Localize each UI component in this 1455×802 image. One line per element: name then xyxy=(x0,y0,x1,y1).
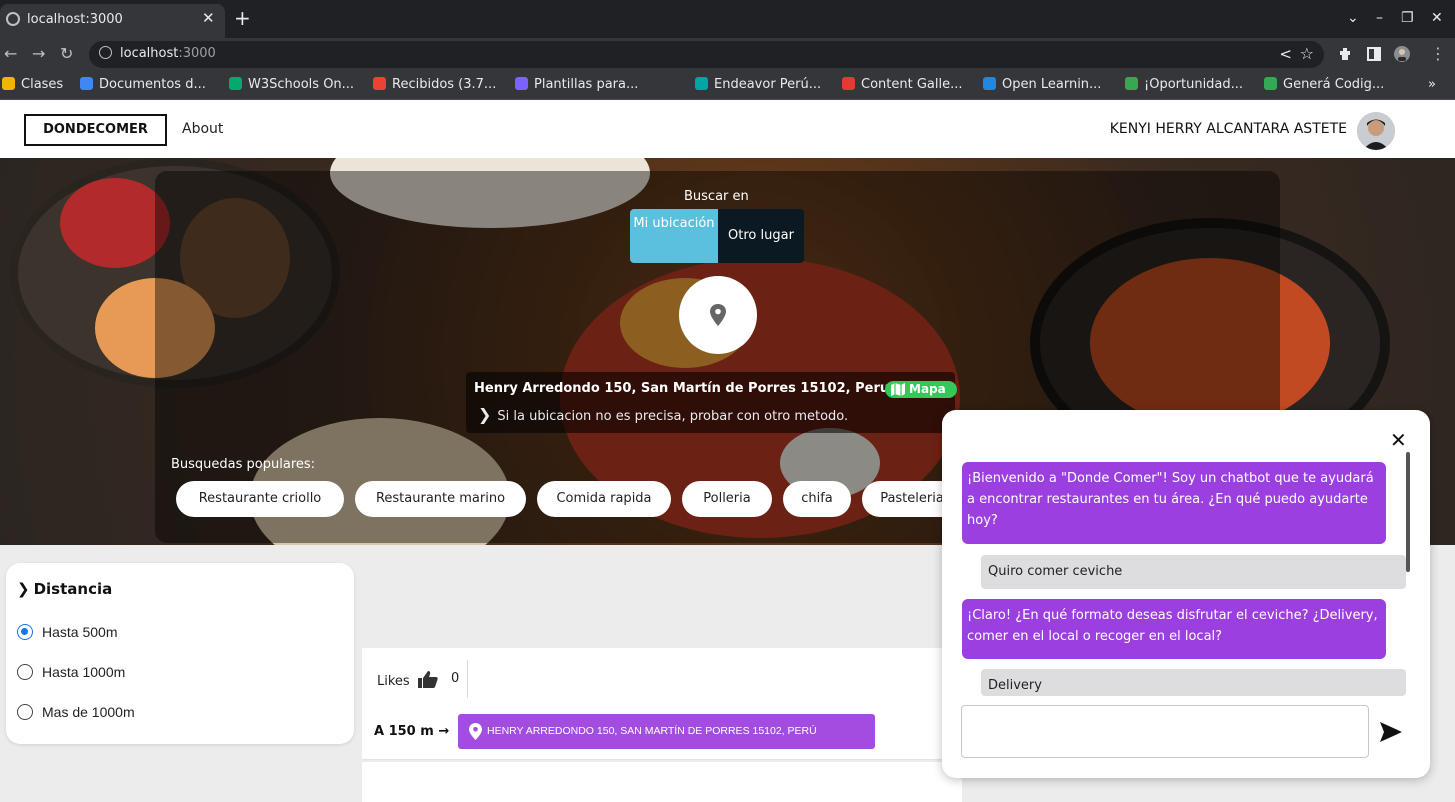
chat-message-user: Delivery xyxy=(981,669,1406,696)
radio-hasta-1000m[interactable]: Hasta 1000m xyxy=(17,664,125,680)
close-tab-icon[interactable]: ✕ xyxy=(202,9,215,27)
back-icon[interactable]: ← xyxy=(4,44,17,63)
radio-button[interactable] xyxy=(17,664,33,680)
chat-message-bot: ¡Bienvenido a "Donde Comer"! Soy un chat… xyxy=(962,462,1386,544)
endeavor-icon xyxy=(695,77,708,90)
bookmark-documentos[interactable]: Documentos d... xyxy=(80,77,206,92)
arrow-right-icon: → xyxy=(438,724,450,739)
user-avatar-icon xyxy=(1357,112,1395,150)
distance-filter-title: Distancia xyxy=(33,580,113,598)
bookmark-oportunidad[interactable]: ¡Oportunidad... xyxy=(1125,77,1243,92)
address-bar[interactable]: localhost:3000 < ☆ xyxy=(89,41,1324,68)
tab-search-icon[interactable]: ⌄ xyxy=(1347,10,1359,26)
likes-button[interactable]: Likes xyxy=(377,671,438,689)
globe-icon xyxy=(6,12,20,26)
location-pin-icon xyxy=(469,723,482,740)
open-learning-icon xyxy=(983,77,996,90)
extensions-icon[interactable] xyxy=(1337,46,1353,62)
locate-button[interactable] xyxy=(679,276,757,354)
radio-mas-de-1000m[interactable]: Mas de 1000m xyxy=(17,704,135,720)
map-label: Mapa xyxy=(909,382,946,396)
map-icon xyxy=(891,383,905,396)
chip-chifa[interactable]: chifa xyxy=(783,481,851,517)
bookmark-plantillas[interactable]: Plantillas para... xyxy=(515,77,638,92)
more-bookmarks-icon[interactable]: » xyxy=(1428,77,1436,92)
minimize-icon[interactable]: – xyxy=(1376,10,1383,26)
bookmark-star-icon[interactable]: ☆ xyxy=(1300,44,1314,63)
bookmark-genera-codigo[interactable]: Generá Codig... xyxy=(1264,77,1384,92)
detected-address: Henry Arredondo 150, San Martín de Porre… xyxy=(474,381,890,396)
chevron-right-icon: ❯ xyxy=(17,580,30,598)
close-icon[interactable]: ✕ xyxy=(1390,428,1407,452)
radio-button[interactable] xyxy=(17,624,33,640)
option-my-location[interactable]: Mi ubicación xyxy=(630,209,718,263)
option-other-place[interactable]: Otro lugar xyxy=(718,209,804,263)
close-window-icon[interactable]: ✕ xyxy=(1431,10,1443,26)
likes-label: Likes xyxy=(377,674,410,689)
chip-restaurante-marino[interactable]: Restaurante marino xyxy=(355,481,526,517)
send-icon[interactable] xyxy=(1380,722,1402,742)
qr-code-icon xyxy=(1264,77,1277,90)
location-hint[interactable]: ❯ Si la ubicacion no es precisa, probar c… xyxy=(478,405,848,424)
chat-scrollbar[interactable] xyxy=(1406,452,1410,572)
bookmarks-bar: Clases Documentos d... W3Schools On... R… xyxy=(0,70,1455,100)
w3schools-icon xyxy=(229,77,242,90)
new-tab-icon[interactable]: + xyxy=(234,6,251,30)
popular-searches-label: Busquedas populares: xyxy=(171,457,316,472)
site-info-icon[interactable] xyxy=(99,46,112,59)
reload-icon[interactable]: ↻ xyxy=(60,44,73,63)
about-link[interactable]: About xyxy=(182,121,223,137)
radio-button[interactable] xyxy=(17,704,33,720)
gmail-icon xyxy=(373,77,386,90)
chip-comida-rapida[interactable]: Comida rapida xyxy=(537,481,671,517)
radio-hasta-500m[interactable]: Hasta 500m xyxy=(17,624,117,640)
menu-icon[interactable]: ⋮ xyxy=(1430,44,1446,63)
share-icon[interactable]: < xyxy=(1279,45,1292,63)
forward-icon[interactable]: → xyxy=(32,44,45,63)
search-in-label: Buscar en xyxy=(684,189,749,204)
berries-image xyxy=(60,178,170,268)
thumbs-up-icon xyxy=(417,671,438,688)
side-panel-icon[interactable] xyxy=(1366,46,1382,62)
chat-message-bot: ¡Claro! ¿En qué formato deseas disfrutar… xyxy=(962,599,1386,659)
brand-logo[interactable]: DONDECOMER xyxy=(24,114,167,146)
bookmark-open-learning[interactable]: Open Learnin... xyxy=(983,77,1101,92)
browser-toolbar: ← → ↻ localhost:3000 < ☆ ⋮ xyxy=(0,38,1455,70)
youtube-icon xyxy=(515,77,528,90)
distance-label: A 150 m → xyxy=(374,724,450,739)
likes-count: 0 xyxy=(451,671,460,686)
bookmark-content-gallery[interactable]: Content Galle... xyxy=(842,77,963,92)
bookmark-clases[interactable]: Clases xyxy=(2,77,63,92)
map-button[interactable]: Mapa xyxy=(885,381,957,398)
profile-icon[interactable] xyxy=(1394,46,1410,62)
location-pin-icon xyxy=(710,304,726,326)
chat-message-user: Quiro comer ceviche xyxy=(981,555,1406,589)
content-gallery-icon xyxy=(842,77,855,90)
chip-restaurante-criollo[interactable]: Restaurante criollo xyxy=(176,481,344,517)
bookmark-endeavor[interactable]: Endeavor Perú... xyxy=(695,77,821,92)
chip-polleria[interactable]: Polleria xyxy=(682,481,772,517)
next-result-card xyxy=(362,762,962,802)
bookmark-recibidos[interactable]: Recibidos (3.7... xyxy=(373,77,496,92)
url-text: localhost:3000 xyxy=(120,46,216,61)
oportunidad-icon xyxy=(1125,77,1138,90)
bookmark-w3schools[interactable]: W3Schools On... xyxy=(229,77,354,92)
browser-tabstrip: localhost:3000 ✕ + ⌄ – ❐ ✕ xyxy=(0,0,1455,38)
address-tag[interactable]: HENRY ARREDONDO 150, SAN MARTÍN DE PORRE… xyxy=(458,714,875,749)
avatar[interactable] xyxy=(1357,112,1395,150)
chevron-right-icon: ❯ xyxy=(478,405,492,424)
restore-icon[interactable]: ❐ xyxy=(1401,10,1414,26)
tab-title: localhost:3000 xyxy=(27,12,123,27)
app-navbar: DONDECOMER About KENYI HERRY ALCANTARA A… xyxy=(0,100,1455,158)
docs-icon xyxy=(80,77,93,90)
user-name[interactable]: KENYI HERRY ALCANTARA ASTETE xyxy=(1110,121,1347,137)
browser-tab[interactable]: localhost:3000 ✕ xyxy=(0,4,225,38)
distance-filter-toggle[interactable]: ❯ Distancia xyxy=(17,580,112,598)
chat-input[interactable] xyxy=(961,705,1369,758)
address-tag-text: HENRY ARREDONDO 150, SAN MARTÍN DE PORRE… xyxy=(487,725,817,737)
divider xyxy=(467,660,468,698)
location-hint-text: Si la ubicacion no es precisa, probar co… xyxy=(497,409,849,424)
bookmark-icon xyxy=(2,77,15,90)
